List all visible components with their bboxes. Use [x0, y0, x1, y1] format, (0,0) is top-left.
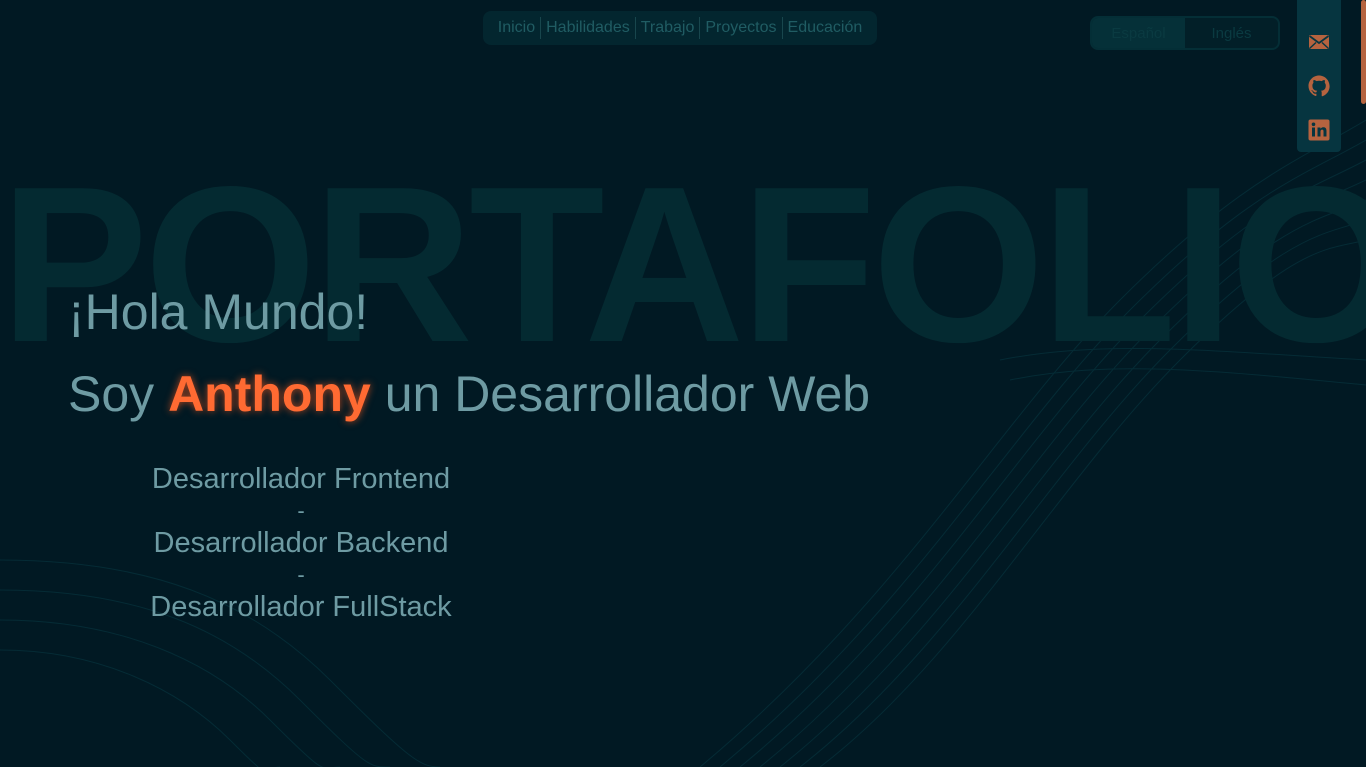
intro-prefix: Soy	[68, 366, 169, 422]
roles-list: Desarrollador Frontend - Desarrollador B…	[100, 460, 502, 626]
hero-name: Anthony	[168, 366, 371, 422]
mail-icon[interactable]	[1307, 30, 1331, 54]
social-links-sidebar	[1297, 0, 1341, 152]
hero-greeting: ¡Hola Mundo!	[68, 284, 369, 340]
nav-item-inicio[interactable]: Inicio	[493, 17, 542, 39]
linkedin-icon[interactable]	[1307, 118, 1331, 142]
nav-item-trabajo[interactable]: Trabajo	[636, 17, 701, 39]
role-separator: -	[297, 562, 305, 587]
role-separator: -	[297, 498, 305, 523]
portfolio-page: PORTAFOLIO Inicio Habilidades Trabajo Pr…	[0, 0, 1366, 767]
nav-item-habilidades[interactable]: Habilidades	[541, 17, 636, 39]
nav-item-educacion[interactable]: Educación	[783, 17, 868, 39]
scrollbar-thumb[interactable]	[1361, 0, 1366, 104]
role-frontend: Desarrollador Frontend	[151, 463, 451, 495]
language-toggle: Español Inglés	[1090, 16, 1280, 50]
intro-suffix: un Desarrollador Web	[370, 366, 871, 422]
role-backend: Desarrollador Backend	[153, 527, 449, 559]
top-navigation: Inicio Habilidades Trabajo Proyectos Edu…	[483, 11, 877, 45]
github-icon[interactable]	[1307, 74, 1331, 98]
nav-item-proyectos[interactable]: Proyectos	[700, 17, 783, 39]
language-spanish-button[interactable]: Español	[1092, 18, 1185, 48]
role-fullstack: Desarrollador FullStack	[150, 591, 452, 623]
language-english-button[interactable]: Inglés	[1185, 18, 1278, 48]
hero-intro: Soy Anthony un Desarrollador Web	[68, 364, 870, 424]
